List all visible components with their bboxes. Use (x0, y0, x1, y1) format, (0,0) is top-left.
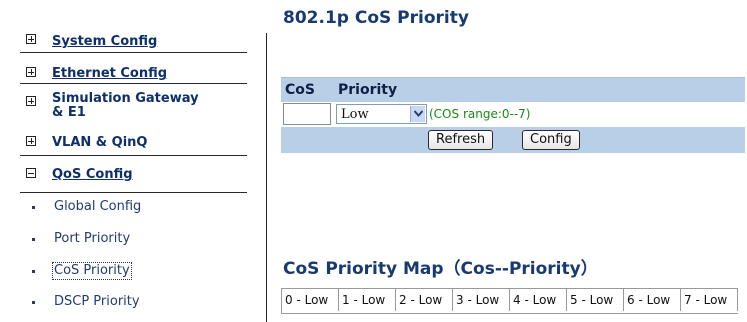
expand-plus-icon[interactable] (26, 34, 36, 44)
expand-plus-icon[interactable] (26, 67, 36, 77)
sidebar-subitem-global-config[interactable]: Global Config (20, 193, 247, 225)
sidebar-item-label-line1[interactable]: Simulation Gateway (52, 92, 199, 105)
sidebar-item-label[interactable]: QoS Config (52, 168, 133, 181)
bullet-icon (32, 270, 35, 273)
divider (20, 155, 247, 156)
sidebar-item-vlan-qinq[interactable]: VLAN & QinQ (20, 131, 247, 156)
sidebar-subitem-cos-priority[interactable]: CoS Priority (20, 257, 247, 289)
chevron-down-icon[interactable] (410, 106, 425, 122)
map-cell: 7 - Low (681, 289, 738, 311)
sidebar-item-label[interactable]: System Config (52, 35, 157, 48)
subitem-label[interactable]: DSCP Priority (54, 295, 140, 309)
cos-priority-form: CoS Priority Low (COS range:0--7) Refres… (281, 77, 745, 153)
map-cell: 3 - Low (453, 289, 510, 311)
bullet-icon (32, 301, 35, 304)
map-cell: 2 - Low (396, 289, 453, 311)
cos-priority-map: 0 - Low 1 - Low 2 - Low 3 - Low 4 - Low … (281, 288, 738, 314)
expand-plus-icon[interactable] (26, 96, 36, 106)
map-cell: 6 - Low (624, 289, 681, 311)
collapse-minus-icon[interactable] (26, 168, 36, 178)
cos-range-hint: (COS range:0--7) (429, 107, 531, 121)
cos-input[interactable] (283, 103, 331, 125)
priority-select[interactable]: Low (336, 104, 427, 124)
expand-plus-icon[interactable] (26, 136, 36, 146)
sidebar-nav: System Config Ethernet Config Simulation… (0, 0, 247, 322)
sidebar-item-label[interactable]: VLAN & QinQ (52, 136, 148, 149)
bullet-icon (32, 238, 35, 241)
map-cell: 4 - Low (510, 289, 567, 311)
priority-select-value: Low (341, 107, 369, 122)
column-header-cos: CoS (285, 82, 315, 98)
sidebar-item-label-line2[interactable]: & E1 (52, 106, 86, 119)
page-title: 802.1p CoS Priority (283, 8, 469, 28)
sidebar-item-qos-config[interactable]: QoS Config (20, 158, 247, 193)
map-title: CoS Priority Map（Cos--Priority） (283, 259, 598, 279)
bullet-icon (32, 206, 35, 209)
sidebar-subitem-port-priority[interactable]: Port Priority (20, 225, 247, 257)
button-row: Refresh Config (281, 127, 745, 153)
subitem-label-active[interactable]: CoS Priority (52, 262, 132, 280)
table-header: CoS Priority (281, 77, 745, 102)
divider (20, 52, 247, 53)
map-cell: 1 - Low (339, 289, 396, 311)
table-row: Low (COS range:0--7) (281, 102, 745, 127)
map-cell: 5 - Low (567, 289, 624, 311)
subitem-label[interactable]: Port Priority (54, 232, 130, 246)
sidebar-item-ethernet-config[interactable]: Ethernet Config (20, 64, 247, 84)
map-cell: 0 - Low (282, 289, 339, 311)
sidebar-item-system-config[interactable]: System Config (20, 31, 247, 53)
column-header-priority: Priority (338, 82, 398, 98)
sidebar-divider (266, 33, 267, 322)
sidebar-item-label[interactable]: Ethernet Config (52, 67, 167, 80)
sidebar-subitem-dscp-priority[interactable]: DSCP Priority (20, 289, 247, 319)
subitem-label[interactable]: Global Config (54, 200, 141, 214)
refresh-button[interactable]: Refresh (428, 130, 494, 150)
config-button[interactable]: Config (522, 130, 580, 150)
sidebar-item-simulation-gateway[interactable]: Simulation Gateway & E1 (20, 84, 247, 130)
